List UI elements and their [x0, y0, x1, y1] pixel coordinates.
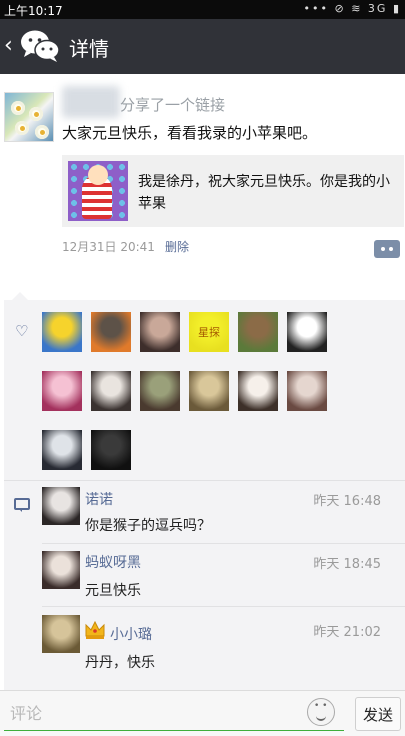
commenter-name[interactable]: 诺诺	[85, 489, 113, 509]
shared-link-card[interactable]: 我是徐丹，祝大家元旦快乐。你是我的小苹果	[62, 155, 404, 227]
author-avatar[interactable]	[4, 92, 54, 142]
comment-input[interactable]	[4, 697, 344, 731]
comment-time: 昨天 16:48	[313, 494, 381, 509]
comment-text: 元旦快乐	[85, 583, 141, 599]
status-bar: 上午10:17 ••• ⊘ ≋ 3G ▮	[0, 0, 405, 19]
comment-divider	[42, 543, 405, 544]
commenter-name[interactable]: 小小璐	[110, 624, 152, 644]
commenter-avatar[interactable]	[42, 551, 80, 589]
heart-outline-icon: ♡	[15, 322, 29, 340]
liker-avatar[interactable]	[91, 312, 131, 352]
comment-time: 昨天 18:45	[313, 557, 381, 572]
liker-avatar[interactable]	[91, 371, 131, 411]
comment-text: 丹丹，快乐	[85, 655, 155, 671]
title-bar: ‹ 详情	[0, 19, 405, 74]
link-title: 我是徐丹，祝大家元旦快乐。你是我的小苹果	[138, 174, 390, 212]
liker-avatar[interactable]	[189, 371, 229, 411]
liker-avatar[interactable]	[287, 371, 327, 411]
liker-avatar[interactable]	[42, 312, 82, 352]
liker-avatar[interactable]	[140, 371, 180, 411]
liker-avatar[interactable]	[140, 312, 180, 352]
liker-avatar[interactable]	[287, 312, 327, 352]
comment-divider	[42, 606, 405, 607]
post-text: 大家元旦快乐，看看我录的小苹果吧。	[62, 124, 318, 142]
comment-text: 你是猴子的逗兵吗？	[85, 518, 211, 534]
author-name-blurred[interactable]	[62, 86, 120, 118]
liker-avatar[interactable]	[238, 371, 278, 411]
panel-arrow	[12, 292, 28, 300]
chevron-left-icon[interactable]: ‹	[4, 33, 13, 58]
commenter-avatar[interactable]	[42, 487, 80, 525]
page-title: 详情	[69, 37, 109, 61]
comment-time: 昨天 21:02	[313, 625, 381, 640]
likes-divider	[4, 480, 405, 481]
link-thumbnail	[68, 161, 128, 221]
liker-avatar[interactable]	[42, 371, 82, 411]
share-description: 分享了一个链接	[120, 96, 226, 114]
status-icons: ••• ⊘ ≋ 3G ▮	[303, 2, 401, 15]
status-time: 上午10:17	[4, 4, 63, 18]
liker-avatar[interactable]	[42, 430, 82, 470]
send-button[interactable]: 发送	[355, 697, 401, 731]
liker-avatar[interactable]	[91, 430, 131, 470]
commenter-avatar[interactable]	[42, 615, 80, 653]
liker-avatar-label: 星探	[198, 326, 220, 339]
crown-icon	[85, 620, 105, 639]
comment-menu-icon[interactable]	[374, 240, 400, 258]
comment-icon	[14, 498, 30, 512]
liker-avatar[interactable]	[238, 312, 278, 352]
wechat-logo-icon	[21, 30, 60, 62]
post-timestamp: 12月31日 20:41	[62, 240, 155, 254]
smiley-icon[interactable]	[307, 698, 335, 726]
liker-avatar[interactable]: 星探	[189, 312, 229, 352]
commenter-name[interactable]: 蚂蚁呀黑	[85, 552, 141, 572]
input-bar: 发送	[0, 690, 405, 736]
delete-link[interactable]: 删除	[165, 238, 189, 255]
